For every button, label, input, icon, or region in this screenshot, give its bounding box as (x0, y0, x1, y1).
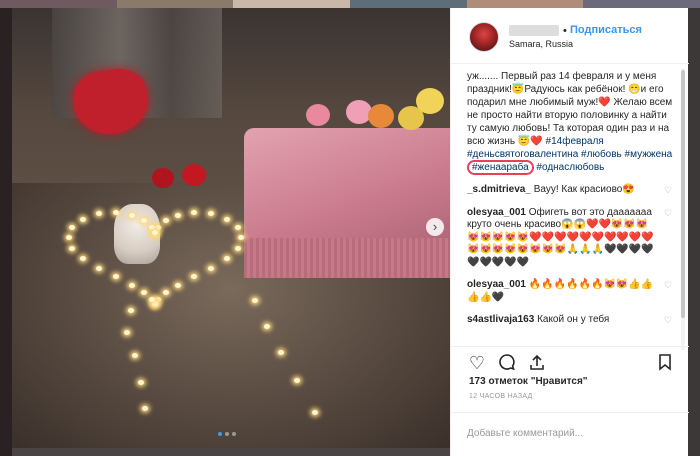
comment-username[interactable]: _s.dmitrieva_ (467, 184, 531, 195)
candle-light (132, 353, 138, 358)
candle-light (264, 324, 270, 329)
carousel-dot (218, 432, 222, 436)
candle-light (252, 298, 258, 303)
candle-light (129, 282, 136, 288)
comment-item: olesyaa_001 Офигеть вот это дааааааа кру… (467, 207, 675, 270)
upload-icon[interactable] (527, 353, 547, 373)
candle-light (223, 256, 230, 262)
heart-outline-icon[interactable]: ♡ (664, 281, 673, 290)
candle-light (234, 245, 241, 251)
candle-light (142, 406, 148, 411)
candle-light (95, 265, 102, 271)
comment-item: olesyaa_001 🔥🔥🔥🔥🔥🔥😻😻👍👍👍👍🖤 ♡ (467, 279, 675, 304)
candle-light (223, 216, 230, 222)
comment-item: s4astlivaja163 Какой он у тебя ♡ (467, 314, 675, 327)
candle-light (124, 330, 130, 335)
hashtag-link-highlighted[interactable]: #женаараба (467, 160, 534, 175)
hashtag-link[interactable]: #любовь #мужжена (581, 149, 672, 160)
hashtag-link[interactable]: #однаслюбовь (536, 162, 604, 173)
heart-outline-icon[interactable]: ♡ (664, 316, 673, 325)
comment-input[interactable] (467, 424, 667, 442)
avatar[interactable] (469, 22, 499, 52)
likes-count[interactable]: 173 отметок "Нравится" (469, 376, 588, 387)
candle-light (312, 410, 318, 415)
candle-light (174, 282, 181, 288)
candle-light (138, 380, 144, 385)
background-edge (688, 8, 700, 456)
bookmark-icon[interactable] (655, 353, 675, 373)
comment-username[interactable]: olesyaa_001 (467, 207, 526, 218)
comment-text: Какой он у тебя (537, 314, 610, 325)
candle-light (294, 378, 300, 383)
username-redacted[interactable] (509, 25, 559, 36)
candle-light (65, 235, 72, 241)
photo-balloon (306, 104, 330, 126)
carousel-next-button[interactable]: › (426, 218, 444, 236)
comments-scrollbar-thumb[interactable] (681, 70, 685, 318)
comments-list: уж....... Первый раз 14 февраля и у меня… (467, 70, 675, 352)
post-actions: ♡ (451, 346, 689, 376)
candle-light (129, 212, 136, 218)
candle-light (128, 308, 134, 313)
background-thumbnails (0, 0, 700, 8)
candle-light (148, 296, 155, 302)
candle-light (80, 216, 87, 222)
candle-light (234, 224, 241, 230)
follow-button[interactable]: Подписаться (570, 24, 642, 36)
heart-outline-icon[interactable]: ♡ (664, 186, 673, 195)
photo-balloon (416, 88, 444, 114)
post-photo[interactable]: › (12, 8, 450, 448)
candle-light (278, 350, 284, 355)
speech-bubble-icon[interactable] (497, 353, 517, 373)
candle-light (190, 209, 197, 215)
candle-light (174, 212, 181, 218)
post-caption: уж....... Первый раз 14 февраля и у меня… (467, 70, 675, 175)
post-header: • Подписаться Samara, Russia (451, 8, 689, 64)
add-comment-bar (451, 412, 689, 456)
photo-bed-edge (244, 238, 450, 278)
photo-balloon (152, 168, 174, 188)
post-side-panel: • Подписаться Samara, Russia уж....... П… (450, 8, 689, 456)
carousel-dot (225, 432, 229, 436)
location-link[interactable]: Samara, Russia (509, 39, 573, 49)
heart-outline-icon[interactable]: ♡ (467, 353, 487, 373)
comment-text: Вауу! Как красиово😍 (533, 184, 635, 195)
post-timestamp: 12 ЧАСОВ НАЗАД (469, 393, 533, 400)
carousel-dot (232, 432, 236, 436)
background-edge (0, 8, 12, 456)
photo-balloon (368, 104, 394, 128)
carousel-dots (218, 432, 236, 436)
caption-start: уж (467, 71, 479, 82)
separator-dot: • (563, 25, 567, 37)
candle-light (208, 265, 215, 271)
heart-outline-icon[interactable]: ♡ (664, 208, 673, 218)
comment-username[interactable]: s4astlivaja163 (467, 314, 534, 325)
comment-username[interactable]: olesyaa_001 (467, 279, 526, 290)
photo-balloon (182, 164, 206, 186)
candle-light (151, 230, 158, 236)
comment-item: _s.dmitrieva_ Вауу! Как красиово😍 ♡ (467, 184, 675, 197)
